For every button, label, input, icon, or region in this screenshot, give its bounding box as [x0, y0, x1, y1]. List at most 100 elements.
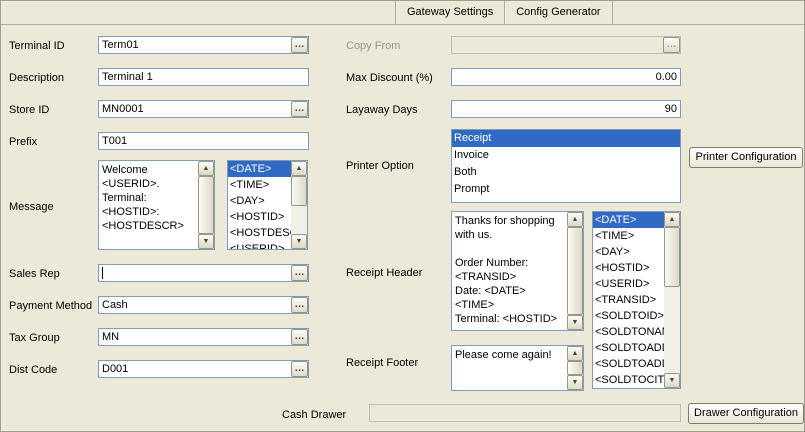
scroll-up-icon[interactable]: ▲ [567, 346, 583, 361]
store-id-label: Store ID [9, 103, 49, 117]
printer-option-label: Printer Option [346, 159, 414, 173]
message-token-items: <DATE><TIME><DAY><HOSTID><HOSTDESC<USERI… [228, 161, 291, 249]
list-item[interactable]: <HOSTID> [228, 209, 291, 225]
scroll-down-icon[interactable]: ▼ [567, 315, 583, 330]
tax-group-input[interactable] [98, 328, 309, 346]
scroll-up-icon[interactable]: ▲ [664, 212, 680, 227]
list-item[interactable]: <SOLDTOADD [593, 340, 664, 356]
prefix-input[interactable] [98, 132, 309, 150]
printer-configuration-button[interactable]: Printer Configuration [689, 147, 803, 168]
scroll-up-icon[interactable]: ▲ [291, 161, 307, 176]
store-id-input[interactable] [98, 100, 309, 118]
layaway-days-input[interactable] [451, 100, 681, 118]
layaway-days-label: Layaway Days [346, 103, 418, 117]
list-item[interactable]: <TIME> [228, 177, 291, 193]
list-item[interactable]: <DAY> [593, 244, 664, 260]
receipt-footer-label: Receipt Footer [346, 356, 418, 370]
list-item[interactable]: <SOLDTOCIT [593, 372, 664, 388]
max-discount-label: Max Discount (%) [346, 71, 433, 85]
terminal-id-label: Terminal ID [9, 39, 65, 53]
terminal-id-input[interactable] [98, 36, 309, 54]
sales-rep-browse-button[interactable]: … [291, 265, 308, 281]
list-item[interactable]: Receipt [452, 130, 680, 147]
message-token-listbox[interactable]: <DATE><TIME><DAY><HOSTID><HOSTDESC<USERI… [227, 160, 308, 250]
list-item[interactable]: <TRANSID> [593, 292, 664, 308]
store-id-field: … [98, 100, 309, 118]
terminal-id-field: … [98, 36, 309, 54]
receipt-header-label: Receipt Header [346, 266, 422, 280]
cash-drawer-label: Cash Drawer [282, 408, 346, 422]
dist-code-input[interactable] [98, 360, 309, 378]
list-item[interactable]: <DATE> [228, 161, 291, 177]
store-id-browse-button[interactable]: … [291, 101, 308, 117]
scroll-thumb[interactable] [291, 176, 307, 206]
list-item[interactable]: <HOSTID> [593, 260, 664, 276]
list-item[interactable]: <DATE> [593, 212, 664, 228]
list-item[interactable]: <USERID> [593, 276, 664, 292]
receipt-header-text: Thanks for shopping with us. Order Numbe… [453, 213, 566, 329]
tax-group-browse-button[interactable]: … [291, 329, 308, 345]
list-item[interactable]: <DAY> [228, 193, 291, 209]
receipt-footer-scrollbar[interactable]: ▲ ▼ [567, 346, 583, 390]
scroll-thumb[interactable] [198, 176, 214, 234]
scroll-thumb[interactable] [567, 361, 583, 375]
receipt-header-scrollbar[interactable]: ▲ ▼ [567, 212, 583, 330]
list-item[interactable]: <HOSTDESC [228, 225, 291, 241]
list-item[interactable]: <SOLDTONAM [593, 324, 664, 340]
receipt-token-listbox[interactable]: <DATE><TIME><DAY><HOSTID><USERID><TRANSI… [592, 211, 681, 389]
scroll-thumb[interactable] [664, 227, 680, 287]
prefix-label: Prefix [9, 135, 37, 149]
copy-from-field: … [451, 36, 681, 54]
receipt-footer-textarea[interactable]: Please come again! ▲ ▼ [451, 345, 584, 391]
tab-bar: Gateway Settings Config Generator [1, 1, 804, 25]
message-textarea[interactable]: Welcome <USERID>. Terminal: <HOSTID>: <H… [98, 160, 215, 250]
list-item[interactable]: Both [452, 164, 680, 181]
text-caret [102, 267, 103, 279]
layaway-days-field [451, 100, 681, 118]
payment-method-browse-button[interactable]: … [291, 297, 308, 313]
tab-gateway-settings[interactable]: Gateway Settings [395, 1, 504, 25]
scroll-down-icon[interactable]: ▼ [291, 234, 307, 249]
message-scrollbar[interactable]: ▲ ▼ [198, 161, 214, 249]
list-item[interactable]: <SOLDTOADD [593, 356, 664, 372]
scroll-up-icon[interactable]: ▲ [198, 161, 214, 176]
list-item[interactable]: <USERID> [228, 241, 291, 249]
scroll-thumb[interactable] [567, 227, 583, 315]
sales-rep-field: … [98, 264, 309, 282]
copy-from-browse-button: … [663, 37, 680, 53]
list-item[interactable]: <SOLDTOID> [593, 308, 664, 324]
scroll-down-icon[interactable]: ▼ [567, 375, 583, 390]
receipt-footer-text: Please come again! [453, 347, 566, 389]
payment-method-field: … [98, 296, 309, 314]
terminal-id-browse-button[interactable]: … [291, 37, 308, 53]
message-token-scrollbar[interactable]: ▲ ▼ [291, 161, 307, 249]
sales-rep-label: Sales Rep [9, 267, 60, 281]
prefix-field [98, 132, 309, 150]
dist-code-browse-button[interactable]: … [291, 361, 308, 377]
message-text: Welcome <USERID>. Terminal: <HOSTID>: <H… [100, 162, 197, 248]
cash-drawer-input [369, 404, 681, 422]
list-item[interactable]: Prompt [452, 181, 680, 198]
ellipsis-icon: … [295, 267, 305, 278]
list-item[interactable]: <TIME> [593, 228, 664, 244]
scroll-down-icon[interactable]: ▼ [664, 373, 680, 388]
tab-config-generator[interactable]: Config Generator [504, 1, 612, 25]
description-field [98, 68, 309, 86]
sales-rep-input[interactable] [98, 264, 309, 282]
drawer-configuration-button[interactable]: Drawer Configuration [688, 403, 804, 424]
list-item[interactable]: Invoice [452, 147, 680, 164]
max-discount-input[interactable] [451, 68, 681, 86]
scroll-up-icon[interactable]: ▲ [567, 212, 583, 227]
description-input[interactable] [98, 68, 309, 86]
tax-group-field: … [98, 328, 309, 346]
payment-method-input[interactable] [98, 296, 309, 314]
dist-code-field: … [98, 360, 309, 378]
cash-drawer-field [369, 404, 681, 422]
scroll-down-icon[interactable]: ▼ [198, 234, 214, 249]
receipt-header-textarea[interactable]: Thanks for shopping with us. Order Numbe… [451, 211, 584, 331]
copy-from-label: Copy From [346, 39, 400, 53]
receipt-token-scrollbar[interactable]: ▲ ▼ [664, 212, 680, 388]
ellipsis-icon: … [295, 331, 305, 342]
description-label: Description [9, 71, 64, 85]
printer-option-listbox[interactable]: ReceiptInvoiceBothPrompt [451, 129, 681, 203]
